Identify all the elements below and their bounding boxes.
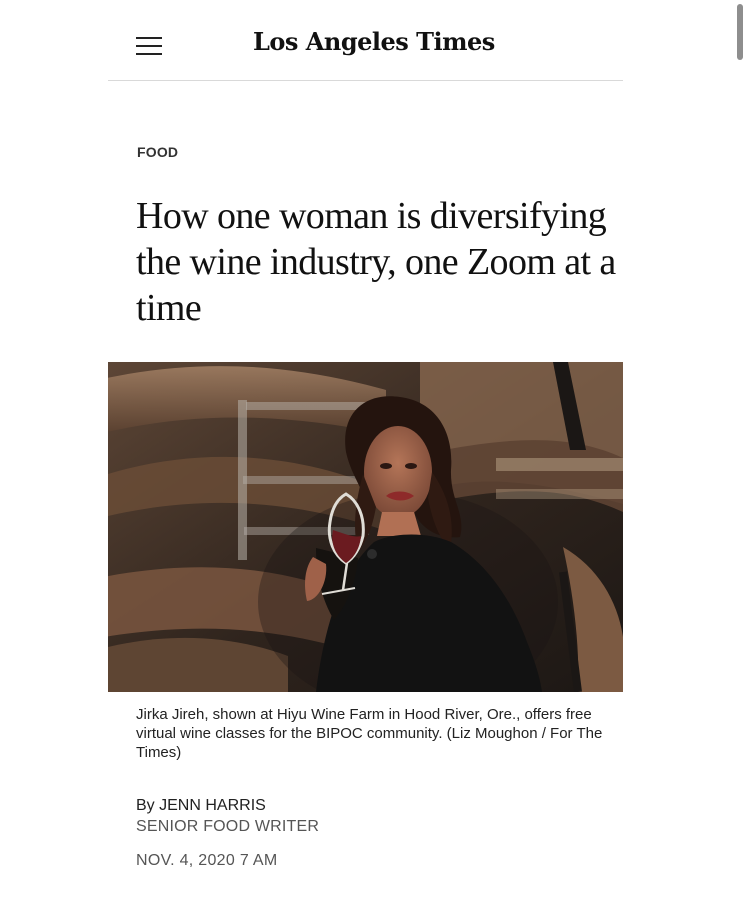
- author-link[interactable]: JENN HARRIS: [159, 797, 266, 814]
- menu-line: [136, 53, 162, 55]
- hamburger-menu-icon[interactable]: [136, 36, 162, 58]
- author-role: SENIOR FOOD WRITER: [136, 818, 320, 835]
- byline: By JENN HARRIS: [136, 796, 266, 816]
- section-label-link[interactable]: FOOD: [137, 143, 178, 161]
- hero-photo: [108, 362, 623, 692]
- site-logo[interactable]: Los Angeles Times: [253, 24, 495, 60]
- site-header: Los Angeles Times: [108, 0, 623, 81]
- menu-line: [136, 37, 162, 39]
- photo-caption: Jirka Jireh, shown at Hiyu Wine Farm in …: [136, 706, 603, 761]
- publish-date: NOV. 4, 2020 7 AM: [136, 852, 278, 869]
- menu-line: [136, 45, 162, 47]
- article-page: Los Angeles Times FOOD How one woman is …: [0, 0, 750, 897]
- article-headline: How one woman is diversifying the wine i…: [136, 195, 616, 329]
- scrollbar-thumb[interactable]: [737, 4, 743, 60]
- byline-prefix: By: [136, 797, 160, 814]
